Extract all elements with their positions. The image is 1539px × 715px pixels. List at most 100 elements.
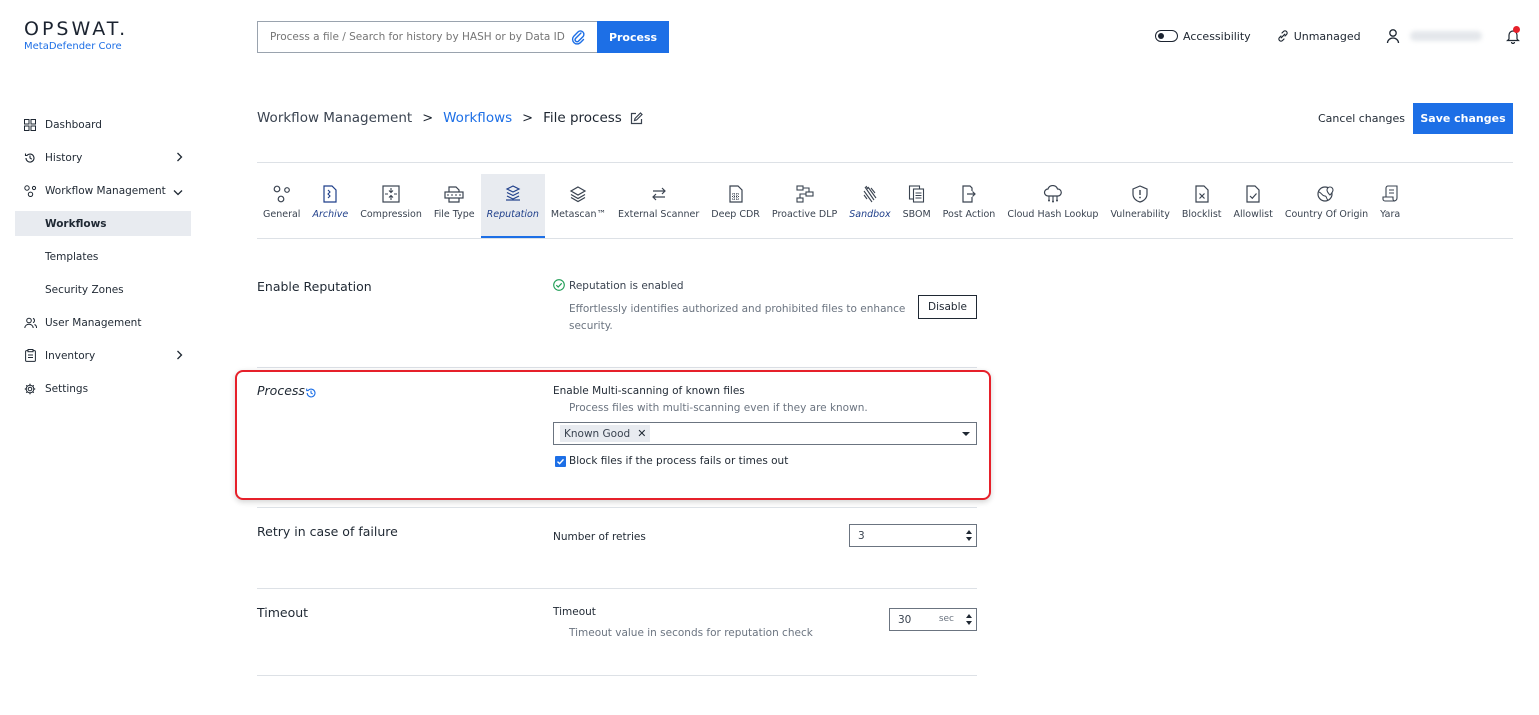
sidebar-label-settings: Settings bbox=[45, 382, 89, 395]
retries-label: Number of retries bbox=[553, 531, 646, 543]
sidebar-item-workflows[interactable]: Workflows bbox=[15, 211, 191, 236]
tab-label: Compression bbox=[360, 209, 422, 220]
tab-sbom[interactable]: SBOM bbox=[897, 174, 937, 238]
cancel-changes-button[interactable]: Cancel changes bbox=[1318, 112, 1405, 125]
multiscan-description: Process files with multi-scanning even i… bbox=[569, 402, 868, 414]
tab-label: Country Of Origin bbox=[1284, 209, 1369, 220]
retries-stepper[interactable]: 3 bbox=[849, 524, 977, 547]
known-good-chip: Known Good ✕ bbox=[560, 425, 651, 442]
disable-button[interactable]: Disable bbox=[918, 295, 977, 319]
known-files-select[interactable]: Known Good ✕ bbox=[553, 422, 977, 445]
spinner-arrows-icon[interactable] bbox=[962, 609, 976, 630]
history-icon bbox=[23, 152, 37, 164]
reputation-description-line2: security. bbox=[569, 320, 613, 332]
search-input[interactable] bbox=[270, 31, 570, 43]
tab-label: Post Action bbox=[942, 209, 996, 220]
multiscan-label: Enable Multi-scanning of known files bbox=[553, 385, 745, 397]
arrows-exchange-icon bbox=[651, 184, 667, 204]
sandbox-icon bbox=[862, 184, 878, 204]
sidebar-item-settings[interactable]: Settings bbox=[15, 372, 191, 405]
users-icon bbox=[23, 317, 37, 329]
user-menu[interactable] bbox=[1386, 28, 1482, 44]
logo-product: MetaDefender Core bbox=[24, 41, 122, 52]
process-button[interactable]: Process bbox=[597, 21, 669, 53]
sidebar: Dashboard History Workflow Management Wo… bbox=[15, 108, 191, 405]
sidebar-item-inventory[interactable]: Inventory bbox=[15, 339, 191, 372]
sidebar-item-dashboard[interactable]: Dashboard bbox=[15, 108, 191, 141]
sidebar-label-inventory: Inventory bbox=[45, 349, 96, 362]
gear-icon bbox=[23, 383, 37, 395]
file-check-icon bbox=[1245, 184, 1261, 204]
opswat-logo[interactable]: OPSWAT. MetaDefender Core bbox=[24, 18, 128, 52]
paperclip-icon[interactable] bbox=[571, 29, 585, 48]
tab-deep-cdr[interactable]: Deep CDR bbox=[705, 174, 766, 238]
tab-post-action[interactable]: Post Action bbox=[937, 174, 1002, 238]
timeout-description: Timeout value in seconds for reputation … bbox=[569, 627, 813, 639]
block-files-label[interactable]: Block files if the process fails or time… bbox=[569, 455, 788, 467]
breadcrumb-separator: > bbox=[422, 110, 434, 126]
sidebar-item-templates[interactable]: Templates bbox=[15, 240, 191, 273]
tab-label: External Scanner bbox=[617, 209, 700, 220]
sidebar-item-user-management[interactable]: User Management bbox=[15, 306, 191, 339]
tab-label: Archive bbox=[312, 209, 349, 220]
reputation-description-line1: Effortlessly identifies authorized and p… bbox=[569, 303, 906, 315]
notification-dot bbox=[1512, 26, 1520, 33]
dropdown-caret-icon[interactable] bbox=[962, 432, 970, 436]
layers-shield-icon bbox=[504, 184, 522, 204]
tab-archive[interactable]: Archive bbox=[306, 174, 354, 238]
tab-yara[interactable]: Yara bbox=[1374, 174, 1406, 238]
page-title: File process bbox=[543, 110, 622, 126]
tab-file-type[interactable]: File Type bbox=[428, 174, 481, 238]
tab-reputation[interactable]: Reputation bbox=[480, 174, 545, 238]
timeout-section-title: Timeout bbox=[257, 605, 309, 620]
tab-vulnerability[interactable]: Vulnerability bbox=[1104, 174, 1175, 238]
spinner-arrows-icon[interactable] bbox=[962, 525, 976, 546]
history-reset-icon[interactable] bbox=[305, 387, 317, 399]
document-grid-icon bbox=[728, 184, 744, 204]
sidebar-item-security-zones[interactable]: Security Zones bbox=[15, 273, 191, 306]
chip-remove-button[interactable]: ✕ bbox=[637, 427, 646, 440]
grid-icon bbox=[23, 118, 37, 131]
process-section-title: Process bbox=[257, 383, 305, 398]
top-right-bar: Accessibility Unmanaged bbox=[1155, 26, 1520, 45]
block-files-checkbox[interactable] bbox=[555, 456, 566, 467]
chevron-down-icon bbox=[173, 187, 183, 199]
tab-sandbox[interactable]: Sandbox bbox=[843, 174, 896, 238]
tab-label: Proactive DLP bbox=[771, 209, 838, 220]
unmanaged-link[interactable]: Unmanaged bbox=[1277, 30, 1361, 43]
tab-country-of-origin[interactable]: Country Of Origin bbox=[1279, 174, 1374, 238]
tab-proactive-dlp[interactable]: Proactive DLP bbox=[766, 174, 843, 238]
tab-compression[interactable]: Compression bbox=[354, 174, 428, 238]
toggle-switch-icon[interactable] bbox=[1155, 30, 1178, 42]
breadcrumb-workflows[interactable]: Workflows bbox=[443, 110, 512, 126]
tab-label: SBOM bbox=[902, 209, 931, 220]
logo-brand: OPSWAT. bbox=[24, 18, 129, 40]
accessibility-toggle[interactable]: Accessibility bbox=[1155, 30, 1251, 43]
sidebar-item-history[interactable]: History bbox=[15, 141, 191, 174]
tab-blocklist[interactable]: Blocklist bbox=[1176, 174, 1228, 238]
tab-cloud-hash-lookup[interactable]: Cloud Hash Lookup bbox=[1001, 174, 1104, 238]
nodes-icon bbox=[273, 184, 291, 204]
file-export-icon bbox=[961, 184, 977, 204]
tab-label: Vulnerability bbox=[1110, 209, 1170, 220]
retries-value[interactable]: 3 bbox=[858, 530, 865, 542]
flow-blocks-icon bbox=[795, 184, 815, 204]
notifications-button[interactable] bbox=[1505, 26, 1520, 44]
timeout-stepper[interactable]: 30 sec bbox=[889, 608, 977, 631]
edit-icon[interactable] bbox=[630, 111, 643, 125]
tab-allowlist[interactable]: Allowlist bbox=[1228, 174, 1279, 238]
accessibility-label: Accessibility bbox=[1183, 29, 1251, 43]
timeout-value[interactable]: 30 bbox=[898, 614, 911, 626]
breadcrumb-root[interactable]: Workflow Management bbox=[257, 110, 412, 126]
layers-icon bbox=[569, 184, 587, 204]
sidebar-item-workflow-management[interactable]: Workflow Management bbox=[15, 174, 191, 207]
tab-general[interactable]: General bbox=[257, 174, 306, 238]
chevron-right-icon bbox=[176, 350, 183, 363]
file-type-icon bbox=[444, 184, 464, 204]
check-circle-icon bbox=[553, 279, 565, 291]
breadcrumb: Workflow Management > Workflows > File p… bbox=[257, 110, 643, 126]
tab-metascan[interactable]: Metascan™ bbox=[545, 174, 612, 238]
save-changes-button[interactable]: Save changes bbox=[1413, 103, 1513, 134]
tab-external-scanner[interactable]: External Scanner bbox=[612, 174, 705, 238]
shield-alert-icon bbox=[1132, 184, 1148, 204]
